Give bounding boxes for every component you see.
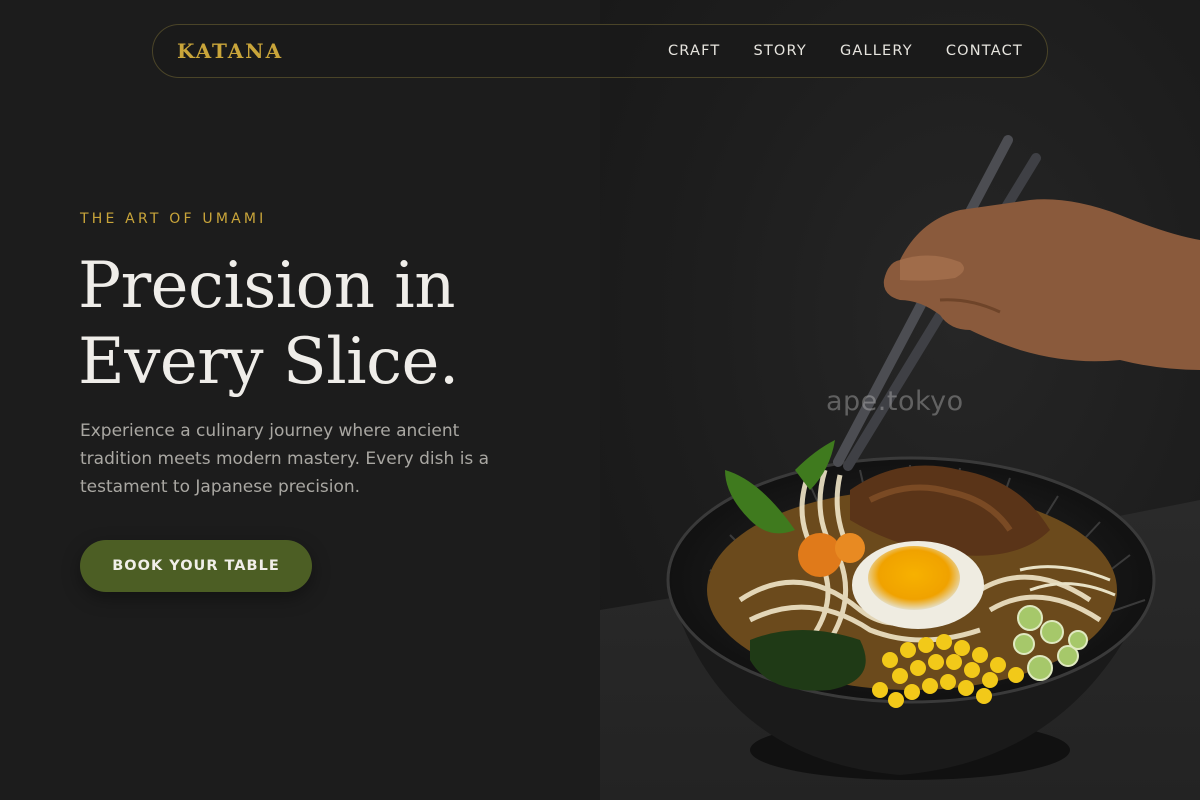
book-table-button[interactable]: BOOK YOUR TABLE [80, 540, 312, 592]
brand-logo[interactable]: KATANA [177, 39, 283, 63]
nav-link-contact[interactable]: CONTACT [946, 43, 1023, 59]
nav-link-story[interactable]: STORY [753, 43, 806, 59]
hero-eyebrow: THE ART OF UMAMI [80, 211, 267, 227]
headline-line-1: Precision in [78, 249, 455, 323]
nav-link-craft[interactable]: CRAFT [668, 43, 720, 59]
headline-line-2: Every Slice. [78, 325, 459, 399]
top-navbar: KATANA CRAFT STORY GALLERY CONTACT [152, 24, 1048, 78]
hero-text-panel [0, 0, 600, 800]
watermark-text: ape.tokyo [826, 386, 964, 417]
hero-description: Experience a culinary journey where anci… [80, 421, 490, 497]
nav-links: CRAFT STORY GALLERY CONTACT [668, 43, 1023, 59]
hero-headline: Precision in Every Slice. [78, 248, 578, 400]
nav-link-gallery[interactable]: GALLERY [840, 43, 913, 59]
